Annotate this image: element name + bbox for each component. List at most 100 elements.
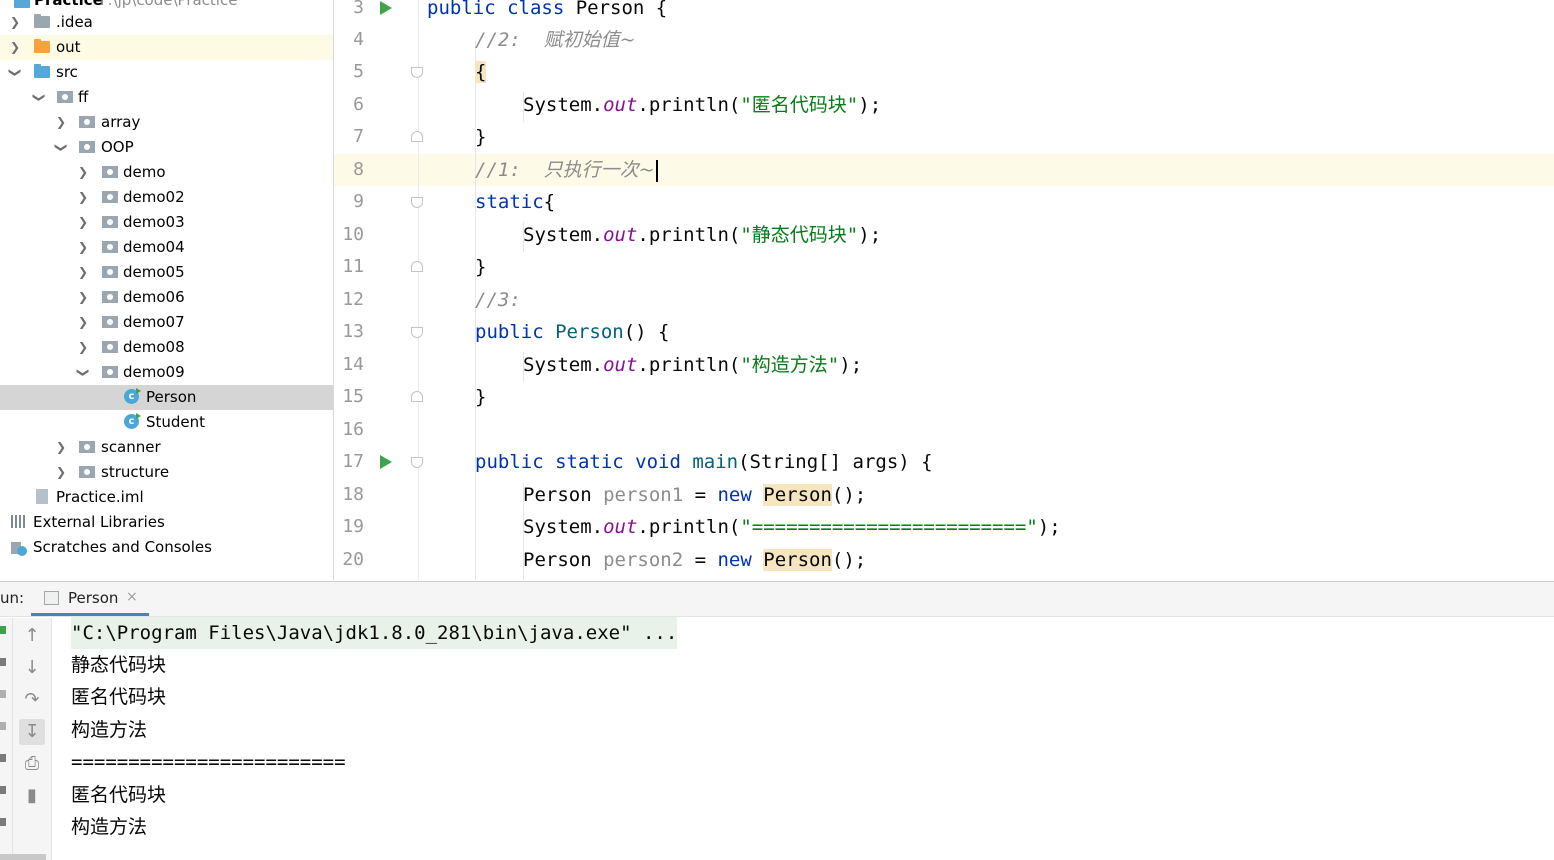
code-line-9[interactable]: static{ [475, 186, 555, 218]
chevron-right-icon[interactable]: ❯ [77, 285, 89, 310]
expand-icon[interactable] [0, 818, 6, 826]
code-line-20[interactable]: Person person2 = new Person(); [523, 544, 866, 576]
code-line-10[interactable]: System.out.println("静态代码块"); [523, 219, 881, 251]
fold-icon[interactable] [411, 261, 423, 272]
code-brace: } [475, 126, 487, 148]
code-constructor: Person [763, 549, 832, 571]
chevron-right-icon[interactable]: ❯ [55, 435, 67, 460]
chevron-right-icon[interactable]: ❯ [9, 10, 21, 35]
code-field: out [603, 354, 638, 376]
run-main-icon[interactable] [380, 455, 392, 469]
trash-icon[interactable]: ▮ [19, 783, 45, 809]
tree-item-person[interactable]: c Person [0, 385, 333, 410]
tree-item-src[interactable]: ❯ src [0, 60, 333, 85]
code-line-3[interactable]: public class Person { [427, 0, 667, 24]
run-class-icon[interactable] [380, 1, 392, 15]
chevron-right-icon[interactable]: ❯ [9, 35, 21, 60]
code-field: out [603, 94, 638, 116]
tree-item-external-libraries[interactable]: External Libraries [0, 510, 333, 535]
code-line-15[interactable]: } [475, 381, 486, 413]
chevron-right-icon[interactable]: ❯ [77, 210, 89, 235]
tree-item-scratches[interactable]: Scratches and Consoles [0, 535, 333, 560]
folder-icon [34, 14, 50, 29]
pin-icon[interactable] [0, 722, 6, 730]
print-icon[interactable]: ⎙ [19, 751, 45, 777]
chevron-right-icon[interactable]: ❯ [77, 335, 89, 360]
code-line-17[interactable]: public static void main(String[] args) { [475, 446, 933, 478]
code-line-6[interactable]: System.out.println("匿名代码块"); [523, 89, 881, 121]
fold-icon[interactable] [411, 197, 423, 208]
tree-item-label: demo05 [123, 263, 185, 281]
tree-item-practice-iml[interactable]: Practice.iml [0, 485, 333, 510]
tree-item-demo06[interactable]: ❯ demo06 [0, 285, 333, 310]
chevron-right-icon[interactable]: ❯ [77, 235, 89, 260]
chevron-down-icon[interactable]: ❯ [49, 142, 74, 154]
code-method-name: Person [543, 321, 624, 343]
chevron-right-icon[interactable]: ❯ [77, 310, 89, 335]
chevron-down-icon[interactable]: ❯ [3, 67, 28, 79]
tree-item-demo03[interactable]: ❯ demo03 [0, 210, 333, 235]
code-line-7[interactable]: } [475, 121, 486, 153]
tree-item-demo[interactable]: ❯ demo [0, 160, 333, 185]
fold-icon[interactable] [411, 131, 423, 142]
scratches-icon [11, 540, 27, 556]
tab-person[interactable]: Person × [31, 582, 149, 616]
chevron-right-icon[interactable]: ❯ [77, 185, 89, 210]
tree-item-label: demo08 [123, 338, 185, 356]
fold-icon[interactable] [411, 457, 423, 468]
close-icon[interactable]: × [126, 589, 138, 605]
code-line-8[interactable]: //1: 只执行一次~ [475, 154, 658, 186]
chevron-right-icon[interactable]: ❯ [77, 260, 89, 285]
tree-item-array[interactable]: ❯ array [0, 110, 333, 135]
code-text: .println( [637, 354, 741, 376]
chevron-right-icon[interactable]: ❯ [77, 160, 89, 185]
fold-icon[interactable] [411, 391, 423, 402]
tree-item-idea[interactable]: ❯ .idea [0, 10, 333, 35]
tree-item-label: .idea [56, 13, 93, 31]
tree-item-demo04[interactable]: ❯ demo04 [0, 235, 333, 260]
fold-icon[interactable] [411, 327, 423, 338]
run-label: un: [0, 589, 25, 607]
tree-item-structure[interactable]: ❯ structure [0, 460, 333, 485]
horizontal-scrollbar[interactable] [0, 854, 46, 860]
scroll-to-end-icon[interactable]: ↧ [19, 719, 45, 745]
restore-icon[interactable] [0, 690, 6, 698]
left-tool-strip [0, 618, 13, 860]
code-line-19[interactable]: System.out.println("====================… [523, 511, 1061, 543]
tree-item-demo07[interactable]: ❯ demo07 [0, 310, 333, 335]
code-variable: person1 [603, 484, 684, 506]
java-class-icon: c [124, 388, 141, 404]
fold-icon[interactable] [411, 67, 423, 78]
chevron-right-icon[interactable]: ❯ [55, 110, 67, 135]
down-arrow-icon[interactable]: ↓ [19, 655, 45, 681]
code-constructor: Person [763, 484, 832, 506]
code-line-11[interactable]: } [475, 251, 486, 283]
tree-item-ff[interactable]: ❯ ff [0, 85, 333, 110]
tree-item-demo08[interactable]: ❯ demo08 [0, 335, 333, 360]
tree-item-label: Scratches and Consoles [33, 538, 212, 556]
tree-item-oop[interactable]: ❯ OOP [0, 135, 333, 160]
layout-icon[interactable] [0, 754, 6, 762]
code-line-14[interactable]: System.out.println("构造方法"); [523, 349, 862, 381]
up-arrow-icon[interactable]: ↑ [19, 623, 45, 649]
rerun-icon[interactable] [0, 626, 6, 634]
code-line-18[interactable]: Person person1 = new Person(); [523, 479, 866, 511]
tree-item-demo09[interactable]: ❯ demo09 [0, 360, 333, 385]
tree-item-student[interactable]: c Student [0, 410, 333, 435]
stop-icon[interactable] [0, 658, 6, 666]
settings-icon[interactable] [0, 786, 6, 794]
code-editor[interactable]: 3 4 5 6 7 8 9 10 11 12 13 14 15 16 17 18… [334, 0, 1554, 580]
chevron-right-icon[interactable]: ❯ [55, 460, 67, 485]
tree-item-demo05[interactable]: ❯ demo05 [0, 260, 333, 285]
soft-wrap-icon[interactable]: ↷ [19, 687, 45, 713]
tree-item-demo02[interactable]: ❯ demo02 [0, 185, 333, 210]
code-line-12[interactable]: //3: [475, 284, 521, 316]
code-line-13[interactable]: public Person() { [475, 316, 669, 348]
chevron-down-icon[interactable]: ❯ [71, 367, 96, 379]
code-line-5[interactable]: { [475, 56, 487, 88]
chevron-down-icon[interactable]: ❯ [27, 92, 52, 104]
line-number: 16 [342, 419, 364, 440]
tree-item-out[interactable]: ❯ out [0, 35, 333, 60]
tree-item-scanner[interactable]: ❯ scanner [0, 435, 333, 460]
code-line-4[interactable]: //2: 赋初始值~ [475, 24, 636, 56]
